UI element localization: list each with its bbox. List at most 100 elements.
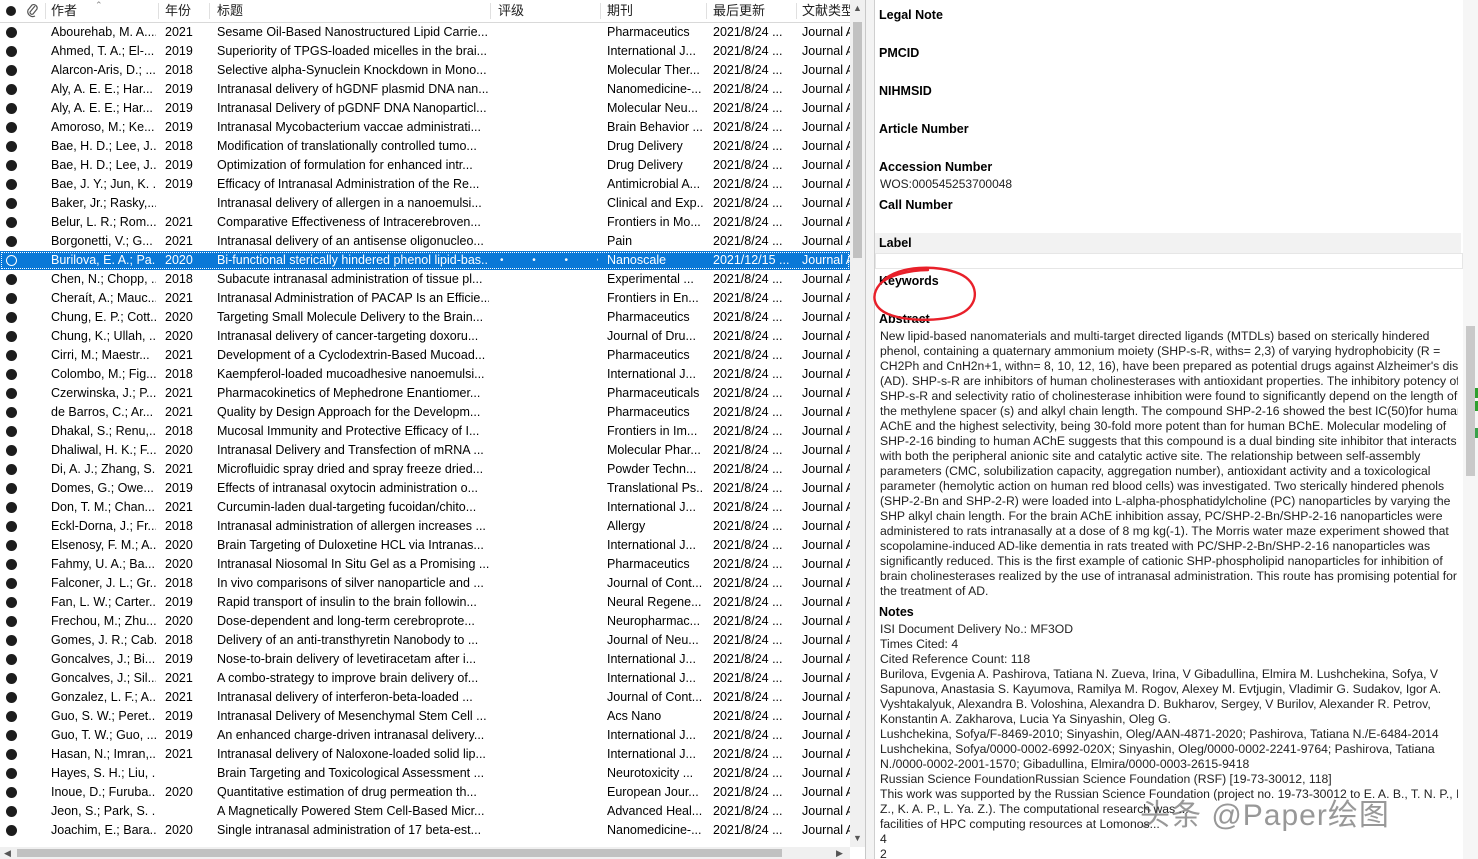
unread-status-icon[interactable] bbox=[6, 825, 17, 836]
table-row[interactable]: Hasan, N.; Imran,... 2021 Intranasal deliv… bbox=[0, 745, 850, 764]
table-row[interactable]: Gonzalez, L. F.; A... 2021 Intranasal deli… bbox=[0, 688, 850, 707]
unread-status-icon[interactable] bbox=[6, 768, 17, 779]
table-row[interactable]: Dhakal, S.; Renu,... 2018 Mucosal Immunity… bbox=[0, 422, 850, 441]
table-row[interactable]: Elsenosy, F. M.; A... 2020 Brain Targeting… bbox=[0, 536, 850, 555]
table-row[interactable]: Ahmed, T. A.; El-... 2019 Superiority of T… bbox=[0, 42, 850, 61]
table-row[interactable]: Inoue, D.; Furuba... 2020 Quantitative est… bbox=[0, 783, 850, 802]
unread-status-icon[interactable] bbox=[6, 141, 17, 152]
unread-status-icon[interactable] bbox=[6, 27, 17, 38]
title-column-header[interactable]: 标题 bbox=[217, 0, 487, 22]
unread-status-icon[interactable] bbox=[6, 559, 17, 570]
scroll-down-arrow-icon[interactable]: ▼ bbox=[853, 833, 862, 843]
unread-status-icon[interactable] bbox=[6, 407, 17, 418]
unread-status-icon[interactable] bbox=[6, 198, 17, 209]
unread-status-icon[interactable] bbox=[6, 711, 17, 722]
abstract-text[interactable]: New lipid-based nanomaterials and multi-… bbox=[880, 329, 1458, 599]
table-row[interactable]: Bae, H. D.; Lee, J.... 2018 Modification o… bbox=[0, 137, 850, 156]
unread-status-icon[interactable] bbox=[6, 122, 17, 133]
year-column-header[interactable]: 年份 bbox=[165, 0, 205, 22]
unread-status-icon[interactable] bbox=[6, 350, 17, 361]
table-row[interactable]: Domes, G.; Owe... 2019 Effects of intranas… bbox=[0, 479, 850, 498]
unread-status-icon[interactable] bbox=[6, 388, 17, 399]
table-row[interactable]: Jeon, S.; Park, S. ... A Magnetically Pow… bbox=[0, 802, 850, 821]
unread-status-icon[interactable] bbox=[6, 749, 17, 760]
scroll-up-arrow-icon[interactable]: ▲ bbox=[853, 3, 862, 13]
unread-status-icon[interactable] bbox=[6, 236, 17, 247]
unread-status-icon[interactable] bbox=[6, 160, 17, 171]
table-row[interactable]: Bae, J. Y.; Jun, K. ... 2019 Efficacy of I… bbox=[0, 175, 850, 194]
unread-status-icon[interactable] bbox=[6, 521, 17, 532]
table-row[interactable]: Cheraít, A.; Mauc... 2021 Intranasal Admin… bbox=[0, 289, 850, 308]
unread-status-icon[interactable] bbox=[6, 331, 17, 342]
table-row[interactable]: Colombo, M.; Fig... 2018 Kaempferol-loaded… bbox=[0, 365, 850, 384]
scroll-right-arrow-icon[interactable]: ▶ bbox=[836, 848, 843, 859]
unread-status-icon[interactable] bbox=[6, 616, 17, 627]
detail-vertical-scrollbar[interactable] bbox=[1463, 0, 1478, 859]
list-horizontal-scrollbar[interactable]: ◀ ▶ bbox=[0, 847, 850, 859]
table-row[interactable]: Aly, A. E. E.; Har... 2019 Intranasal Deli… bbox=[0, 99, 850, 118]
table-row[interactable]: de Barros, C.; Ar... 2021 Quality by Desig… bbox=[0, 403, 850, 422]
unread-status-icon[interactable] bbox=[6, 369, 17, 380]
unread-status-icon[interactable] bbox=[6, 540, 17, 551]
read-status-icon[interactable] bbox=[6, 255, 17, 266]
list-vertical-scroll-thumb[interactable] bbox=[853, 22, 862, 258]
unread-status-icon[interactable] bbox=[6, 103, 17, 114]
table-row[interactable]: Fahmy, U. A.; Ba... 2020 Intranasal Niosom… bbox=[0, 555, 850, 574]
unread-status-icon[interactable] bbox=[6, 65, 17, 76]
table-row[interactable]: Aly, A. E. E.; Har... 2019 Intranasal deli… bbox=[0, 80, 850, 99]
table-row[interactable]: Don, T. M.; Chan... 2021 Curcumin-laden du… bbox=[0, 498, 850, 517]
table-row[interactable]: Baker, Jr.; Rasky,... Intranasal delivery… bbox=[0, 194, 850, 213]
unread-status-icon[interactable] bbox=[6, 597, 17, 608]
table-row[interactable]: Goncalves, J.; Bi... 2019 Nose-to-brain de… bbox=[0, 650, 850, 669]
unread-status-icon[interactable] bbox=[6, 46, 17, 57]
table-row[interactable]: Chen, N.; Chopp, ... 2018 Subacute intrana… bbox=[0, 270, 850, 289]
table-row[interactable]: Goncalves, J.; Sil... 2021 A combo-strateg… bbox=[0, 669, 850, 688]
table-row[interactable]: Joachim, E.; Bara... 2020 Single intranasa… bbox=[0, 821, 850, 840]
unread-status-icon[interactable] bbox=[6, 578, 17, 589]
pane-splitter[interactable] bbox=[866, 0, 875, 859]
accession-number-value[interactable]: WOS:000545253700048 bbox=[880, 177, 1012, 191]
table-row[interactable]: Cirri, M.; Maestr... 2021 Development of a… bbox=[0, 346, 850, 365]
unread-status-icon[interactable] bbox=[6, 445, 17, 456]
unread-status-icon[interactable] bbox=[6, 787, 17, 798]
table-row[interactable]: Bae, H. D.; Lee, J.... 2019 Optimization o… bbox=[0, 156, 850, 175]
table-row[interactable]: Hayes, S. H.; Liu, ... Brain Targeting an… bbox=[0, 764, 850, 783]
table-row[interactable]: Belur, L. R.; Rom... 2021 Comparative Effe… bbox=[0, 213, 850, 232]
table-row[interactable]: Burilova, E. A.; Pa... 2020 Bi-functional … bbox=[0, 251, 850, 270]
unread-status-icon[interactable] bbox=[6, 635, 17, 646]
table-row[interactable]: Guo, S. W.; Peret... 2019 Intranasal Deliv… bbox=[0, 707, 850, 726]
detail-vertical-scroll-thumb[interactable] bbox=[1466, 326, 1475, 476]
unread-status-icon[interactable] bbox=[6, 293, 17, 304]
attachment-icon[interactable] bbox=[26, 0, 42, 22]
rating-column-header[interactable]: 评级 bbox=[498, 0, 598, 22]
unread-status-icon[interactable] bbox=[6, 673, 17, 684]
last-updated-column-header[interactable]: 最后更新 bbox=[713, 0, 795, 22]
table-row[interactable]: Abourehab, M. A.... 2021 Sesame Oil-Based … bbox=[0, 23, 850, 42]
table-row[interactable]: Di, A. J.; Zhang, S... 2021 Microfluidic s… bbox=[0, 460, 850, 479]
reference-type-column-header[interactable]: 文献类型 bbox=[802, 0, 850, 22]
unread-status-icon[interactable] bbox=[6, 274, 17, 285]
scroll-left-arrow-icon[interactable]: ◀ bbox=[4, 848, 11, 859]
table-row[interactable]: Eckl-Dorna, J.; Fr... 2018 Intranasal admi… bbox=[0, 517, 850, 536]
table-row[interactable]: Czerwinska, J.; P... 2021 Pharmacokinetics… bbox=[0, 384, 850, 403]
unread-status-icon[interactable] bbox=[6, 312, 17, 323]
table-row[interactable]: Chung, K.; Ullah, ... 2020 Intranasal deli… bbox=[0, 327, 850, 346]
journal-column-header[interactable]: 期刊 bbox=[607, 0, 703, 22]
table-row[interactable]: Borgonetti, V.; G... 2021 Intranasal deliv… bbox=[0, 232, 850, 251]
table-row[interactable]: Amoroso, M.; Ke... 2019 Intranasal Mycobac… bbox=[0, 118, 850, 137]
table-row[interactable]: Alarcon-Aris, D.; ... 2018 Selective alpha… bbox=[0, 61, 850, 80]
unread-status-icon[interactable] bbox=[6, 84, 17, 95]
table-row[interactable]: Guo, T. W.; Guo, ... 2019 An enhanced char… bbox=[0, 726, 850, 745]
list-horizontal-scroll-thumb[interactable] bbox=[17, 849, 782, 857]
read-status-column-header[interactable] bbox=[5, 0, 19, 22]
table-row[interactable]: Frechou, M.; Zhu... 2020 Dose-dependent an… bbox=[0, 612, 850, 631]
list-vertical-scrollbar[interactable]: ▲ ▼ bbox=[850, 0, 865, 847]
unread-status-icon[interactable] bbox=[6, 426, 17, 437]
unread-status-icon[interactable] bbox=[6, 179, 17, 190]
unread-status-icon[interactable] bbox=[6, 217, 17, 228]
table-row[interactable]: Chung, E. P.; Cott... 2020 Targeting Small… bbox=[0, 308, 850, 327]
table-row[interactable]: Gomes, J. R.; Cab... 2018 Delivery of an a… bbox=[0, 631, 850, 650]
unread-status-icon[interactable] bbox=[6, 654, 17, 665]
unread-status-icon[interactable] bbox=[6, 692, 17, 703]
unread-status-icon[interactable] bbox=[6, 464, 17, 475]
